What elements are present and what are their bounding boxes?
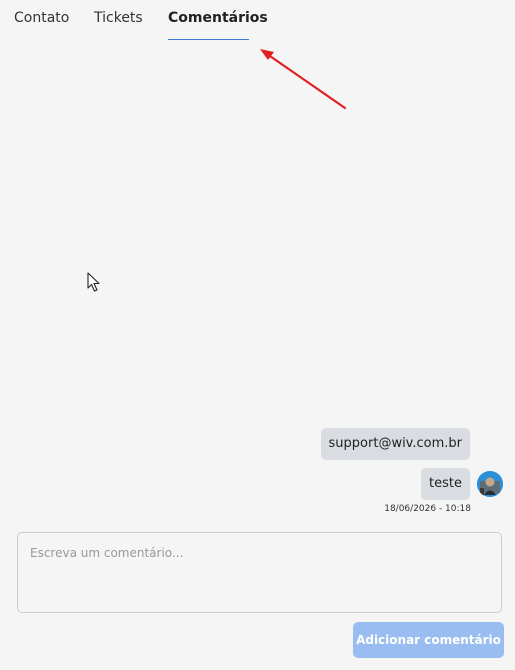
add-comment-button[interactable]: Adicionar comentário	[353, 622, 504, 658]
comment-bubble: support@wiv.com.br	[320, 428, 470, 460]
comment-timestamp: 18/06/2026 - 10:18	[384, 504, 471, 514]
user-avatar	[477, 471, 503, 497]
annotation-arrow-icon	[260, 49, 347, 110]
tab-contato[interactable]: Contato	[14, 10, 69, 26]
comment-bubble: teste	[421, 468, 470, 500]
active-tab-indicator	[168, 39, 249, 40]
tab-tickets[interactable]: Tickets	[94, 10, 143, 26]
avatar-image	[477, 471, 503, 497]
tab-comentarios[interactable]: Comentários	[168, 10, 268, 26]
comments-panel: Contato Tickets Comentários support@wiv.…	[0, 0, 515, 670]
tab-bar: Contato Tickets Comentários	[0, 0, 515, 42]
comment-input[interactable]	[17, 532, 502, 613]
mouse-pointer-icon	[87, 272, 100, 292]
